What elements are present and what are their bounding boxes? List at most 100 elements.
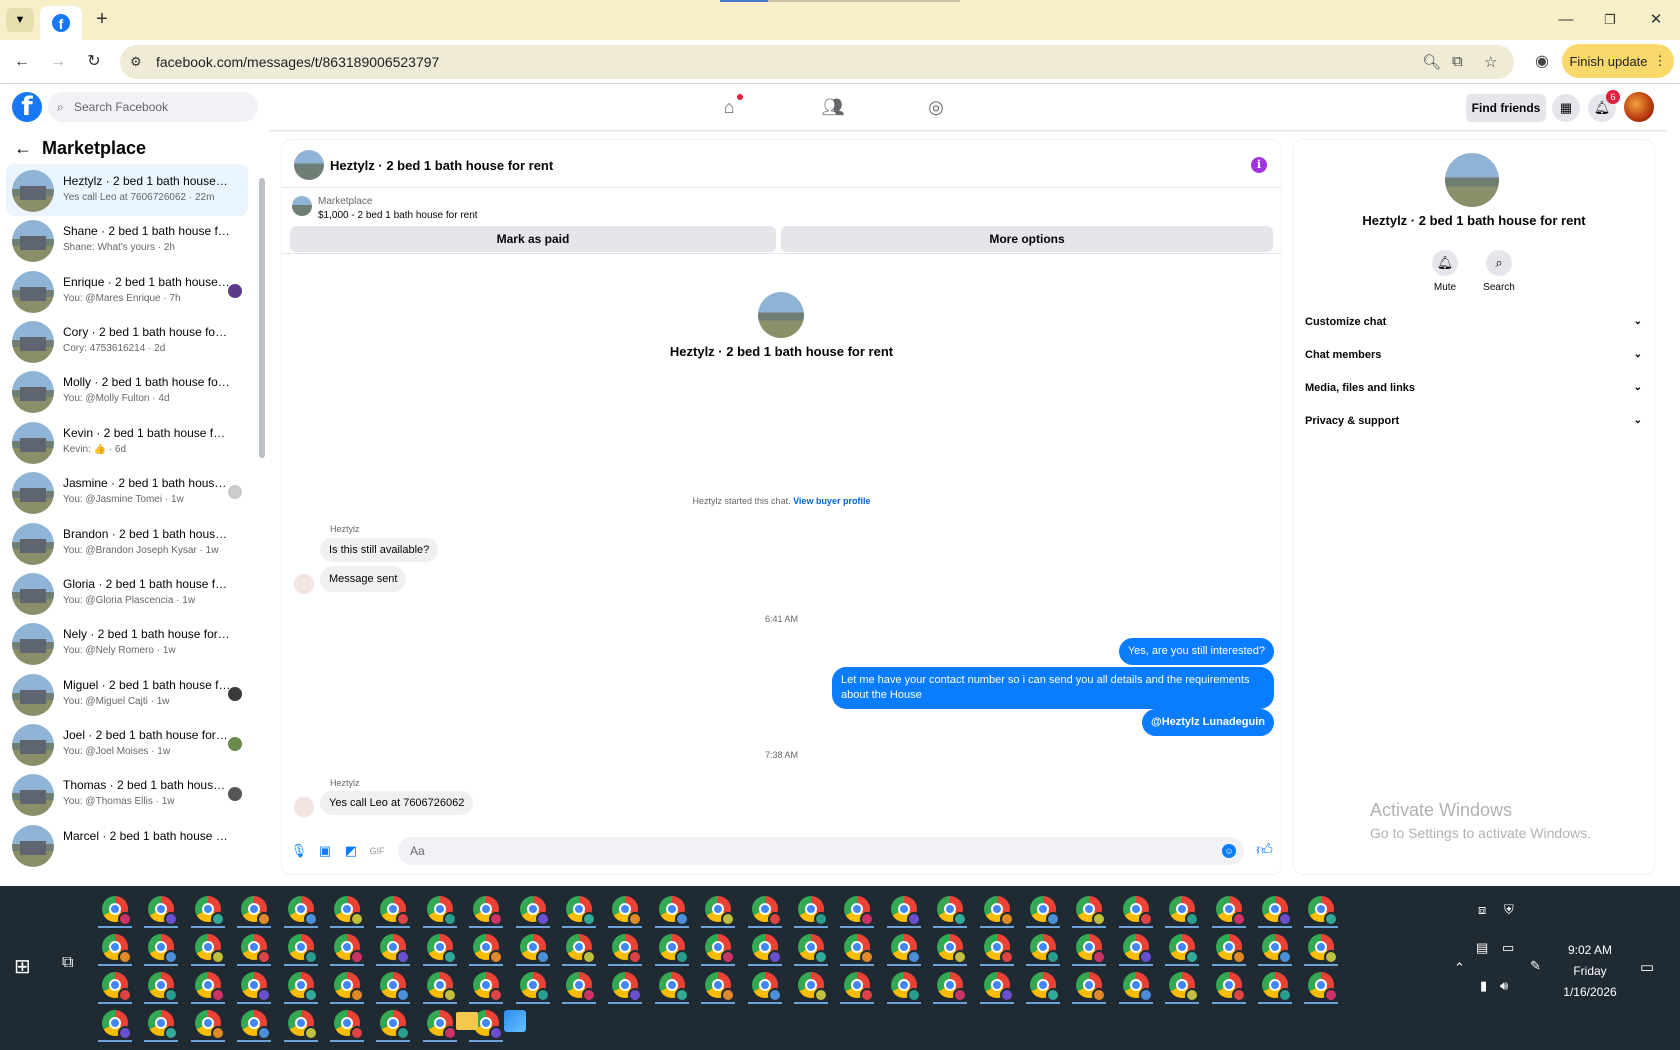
- chat-avatar[interactable]: [294, 150, 324, 180]
- incoming-message[interactable]: Is this still available?: [320, 538, 439, 562]
- chrome-window-icon[interactable]: [1122, 934, 1153, 964]
- chrome-window-icon[interactable]: [798, 896, 828, 926]
- chrome-window-icon[interactable]: [751, 972, 782, 1002]
- forward-button[interactable]: →: [46, 50, 70, 74]
- details-avatar[interactable]: [1445, 153, 1499, 207]
- listing-title[interactable]: $1,000 - 2 bed 1 bath house for rent: [318, 210, 478, 221]
- chrome-window-icon[interactable]: [705, 934, 736, 964]
- chrome-window-icon[interactable]: [287, 896, 318, 926]
- chrome-window-icon[interactable]: [334, 972, 364, 1002]
- outgoing-message[interactable]: Yes, are you still interested?: [1118, 638, 1274, 665]
- chrome-window-icon[interactable]: [1169, 972, 1200, 1002]
- conversation-item[interactable]: Marcel · 2 bed 1 bath house for rent: [6, 819, 248, 871]
- scrollbar-thumb[interactable]: [259, 178, 265, 458]
- chrome-window-icon[interactable]: [566, 972, 596, 1002]
- chrome-window-icon[interactable]: [1215, 896, 1246, 926]
- chrome-window-icon[interactable]: [287, 972, 318, 1002]
- search-facebook-input[interactable]: ⌕ Search Facebook: [48, 92, 258, 122]
- chat-title[interactable]: Heztylz · 2 bed 1 bath house for rent: [330, 158, 553, 173]
- conversation-item[interactable]: Enrique · 2 bed 1 bath house for rent You…: [6, 265, 248, 317]
- chrome-window-icon[interactable]: [194, 972, 225, 1002]
- chrome-window-icon[interactable]: [1122, 896, 1153, 926]
- chrome-window-icon[interactable]: [102, 1010, 132, 1040]
- chrome-window-icon[interactable]: [1215, 972, 1246, 1002]
- network-icon[interactable]: ▤: [1476, 940, 1488, 956]
- outgoing-message[interactable]: Let me have your contact number so i can…: [832, 667, 1274, 709]
- privacy-support-row[interactable]: Privacy & support ⌄: [1305, 408, 1642, 434]
- chrome-window-icon[interactable]: [1030, 972, 1060, 1002]
- chrome-window-icon[interactable]: [148, 896, 179, 926]
- chrome-window-icon[interactable]: [658, 934, 689, 964]
- chrome-window-icon[interactable]: [426, 972, 457, 1002]
- customize-chat-row[interactable]: Customize chat ⌄: [1305, 309, 1642, 335]
- chrome-window-icon[interactable]: [519, 934, 550, 964]
- chrome-window-icon[interactable]: [612, 934, 643, 964]
- back-arrow-icon[interactable]: ←: [14, 138, 32, 159]
- chrome-window-icon[interactable]: [426, 934, 457, 964]
- chrome-window-icon[interactable]: [102, 972, 132, 1002]
- conversation-item[interactable]: Gloria · 2 bed 1 bath house for rent You:…: [6, 567, 248, 619]
- conversation-item[interactable]: Cory · 2 bed 1 bath house for rent Cory: …: [6, 315, 248, 367]
- chrome-window-icon[interactable]: [334, 934, 364, 964]
- chrome-window-icon[interactable]: [937, 972, 968, 1002]
- chrome-window-icon[interactable]: [1215, 934, 1246, 964]
- thumbs-up-like-icon[interactable]: 👍︎: [1256, 841, 1273, 860]
- more-options-button[interactable]: More options: [781, 226, 1273, 252]
- microphone-icon[interactable]: 🎙︎: [290, 842, 308, 860]
- battery-icon[interactable]: ▮: [1480, 978, 1487, 994]
- outgoing-mention-message[interactable]: @Heztylz Lunadeguin: [1141, 709, 1274, 736]
- file-explorer-icon[interactable]: [456, 1012, 478, 1030]
- chrome-window-icon[interactable]: [798, 934, 828, 964]
- close-window-button[interactable]: ✕: [1644, 8, 1668, 32]
- chrome-window-icon[interactable]: [426, 896, 457, 926]
- find-friends-button[interactable]: Find friends: [1466, 94, 1546, 122]
- chrome-window-icon[interactable]: [844, 934, 875, 964]
- conversation-item[interactable]: Jasmine · 2 bed 1 bath house for rent You…: [6, 466, 248, 518]
- mute-button[interactable]: 🔔︎ Mute: [1420, 250, 1470, 293]
- conversation-item[interactable]: Kevin · 2 bed 1 bath house for rent Kevin…: [6, 416, 248, 468]
- chrome-window-icon[interactable]: [844, 896, 875, 926]
- facebook-logo-icon[interactable]: f: [12, 92, 42, 122]
- chrome-window-icon[interactable]: [473, 896, 504, 926]
- conversation-item[interactable]: Thomas · 2 bed 1 bath house for rent You:…: [6, 768, 248, 820]
- listing-thumbnail[interactable]: [292, 196, 312, 216]
- chrome-window-icon[interactable]: [287, 1010, 318, 1040]
- conversation-scrollbar[interactable]: [258, 168, 266, 884]
- chrome-window-icon[interactable]: [751, 934, 782, 964]
- conversation-item[interactable]: Shane · 2 bed 1 bath house for rent Shane…: [6, 214, 248, 266]
- tab-facebook[interactable]: f: [40, 6, 82, 40]
- conversation-item[interactable]: Heztylz · 2 bed 1 bath house for rent Yes…: [6, 164, 248, 216]
- chrome-window-icon[interactable]: [519, 972, 550, 1002]
- chrome-window-icon[interactable]: [194, 934, 225, 964]
- message-input[interactable]: Aa ☺: [398, 837, 1244, 865]
- chrome-window-icon[interactable]: [983, 934, 1014, 964]
- back-button[interactable]: ←: [10, 50, 34, 74]
- chrome-window-icon[interactable]: [102, 934, 132, 964]
- chrome-window-icon[interactable]: [380, 896, 411, 926]
- taskbar-clock[interactable]: 9:02 AM Friday 1/16/2026: [1540, 940, 1640, 1003]
- chrome-window-icon[interactable]: [751, 896, 782, 926]
- windows-start-icon[interactable]: ⊞: [14, 954, 31, 979]
- emoji-icon[interactable]: ☺: [1222, 844, 1236, 858]
- chrome-window-icon[interactable]: [287, 934, 318, 964]
- site-info-icon[interactable]: ⚙: [130, 54, 142, 70]
- notification-center-icon[interactable]: ▭: [1640, 958, 1654, 976]
- chrome-window-icon[interactable]: [194, 896, 225, 926]
- chrome-window-icon[interactable]: [148, 1010, 179, 1040]
- address-bar[interactable]: ⚙ facebook.com/messages/t/86318900652379…: [120, 45, 1514, 79]
- account-avatar[interactable]: [1624, 92, 1654, 122]
- display-icon[interactable]: ▭: [1502, 940, 1514, 956]
- chrome-window-icon[interactable]: [426, 1010, 457, 1040]
- chrome-window-icon[interactable]: [937, 934, 968, 964]
- chrome-window-icon[interactable]: [1262, 972, 1292, 1002]
- chrome-window-icon[interactable]: [1122, 972, 1153, 1002]
- profile-icon[interactable]: ◉: [1530, 50, 1554, 74]
- chrome-window-icon[interactable]: [1030, 934, 1060, 964]
- chrome-window-icon[interactable]: [890, 972, 921, 1002]
- media-files-links-row[interactable]: Media, files and links ⌄: [1305, 375, 1642, 401]
- sender-avatar[interactable]: [294, 574, 314, 594]
- home-icon[interactable]: ⌂: [715, 94, 743, 120]
- chrome-window-icon[interactable]: [566, 896, 596, 926]
- view-buyer-profile-link[interactable]: View buyer profile: [793, 496, 870, 506]
- conversation-item[interactable]: Nely · 2 bed 1 bath house for rent You: @…: [6, 617, 248, 669]
